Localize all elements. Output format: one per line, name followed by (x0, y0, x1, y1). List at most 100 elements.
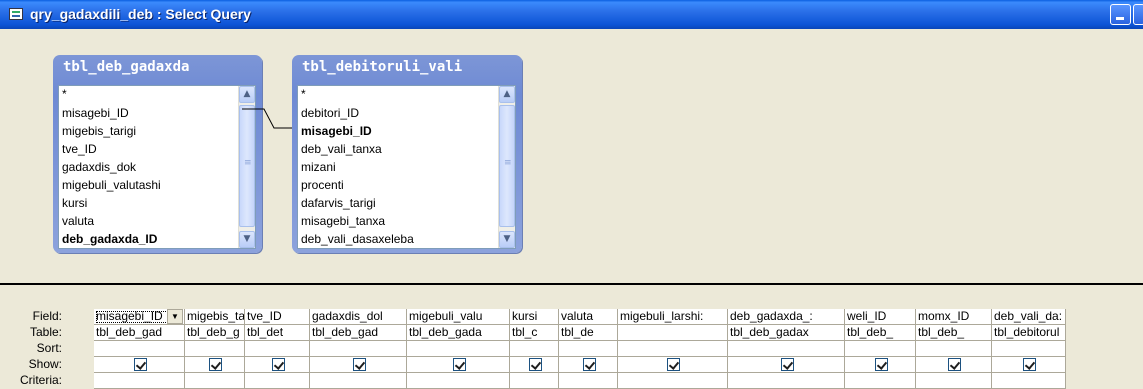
minimize-button[interactable] (1110, 4, 1131, 25)
criteria-cell[interactable] (407, 373, 509, 389)
grid-column[interactable]: migebis_ta tbl_deb_g (185, 309, 245, 389)
field-cell[interactable]: migebis_ta (185, 309, 244, 325)
field-item[interactable]: procenti (301, 178, 344, 192)
table-cell[interactable]: tbl_deb_gad (94, 325, 184, 341)
field-item[interactable]: dafarvis_tarigi (301, 196, 376, 210)
row-label-sort: Sort: (36, 341, 62, 355)
field-cell[interactable]: gadaxdis_dol (310, 309, 406, 325)
field-item[interactable]: * (301, 87, 306, 101)
criteria-cell[interactable] (310, 373, 406, 389)
table-window-debitoruli-vali[interactable]: tbl_debitoruli_vali * debitori_ID misage… (292, 55, 522, 253)
table-cell[interactable]: tbl_deb_gad (310, 325, 406, 341)
table-cell[interactable]: tbl_deb_ (916, 325, 991, 341)
grid-column[interactable]: deb_vali_da: tbl_debitorul (992, 309, 1066, 389)
show-checkbox[interactable] (582, 358, 596, 371)
show-checkbox[interactable] (452, 358, 466, 371)
field-item[interactable]: misagebi_tanxa (301, 214, 385, 228)
criteria-cell[interactable] (510, 373, 558, 389)
field-cell[interactable]: weli_ID (845, 309, 915, 325)
criteria-cell[interactable] (245, 373, 309, 389)
sort-cell[interactable] (94, 341, 184, 357)
row-label-table: Table: (29, 325, 62, 339)
scroll-up-icon[interactable]: ▲ (499, 86, 515, 103)
table-cell[interactable]: tbl_deb_gada (407, 325, 509, 341)
show-checkbox[interactable] (352, 358, 366, 371)
scroll-down-icon[interactable]: ▼ (499, 231, 515, 248)
show-checkbox[interactable] (209, 358, 222, 371)
field-cell[interactable]: tve_ID (245, 309, 309, 325)
grid-column[interactable]: kursi tbl_c (510, 309, 559, 389)
sort-cell[interactable] (407, 341, 509, 357)
grid-column[interactable]: migebuli_valu tbl_deb_gada (407, 309, 510, 389)
sort-cell[interactable] (245, 341, 309, 357)
sort-cell[interactable] (618, 341, 727, 357)
vertical-scrollbar[interactable]: ▲ ▼ (498, 86, 515, 248)
grid-column[interactable]: migebuli_larshi: (618, 309, 728, 389)
table-cell[interactable]: tbl_deb_gadax (728, 325, 844, 341)
sort-cell[interactable] (559, 341, 617, 357)
grid-column[interactable]: weli_ID tbl_deb_ (845, 309, 916, 389)
field-cell[interactable]: kursi (510, 309, 558, 325)
table-cell[interactable]: tbl_det (245, 325, 309, 341)
design-grid: misagebi_ID ▼ tbl_deb_gad migebis_ta tbl_deb… (94, 309, 1066, 389)
criteria-cell[interactable] (185, 373, 244, 389)
criteria-cell[interactable] (94, 373, 184, 389)
table-pane: tbl_deb_gadaxda * misagebi_ID migebis_ta… (0, 29, 1143, 282)
criteria-cell[interactable] (992, 373, 1065, 389)
show-checkbox[interactable] (667, 358, 680, 371)
join-line[interactable] (0, 29, 1143, 261)
show-cell (618, 357, 727, 373)
field-item[interactable]: debitori_ID (301, 106, 359, 120)
sort-cell[interactable] (916, 341, 991, 357)
show-cell (245, 357, 309, 373)
show-checkbox[interactable] (1023, 358, 1036, 371)
table-cell[interactable] (618, 325, 727, 341)
show-checkbox[interactable] (948, 358, 961, 371)
table-cell[interactable]: tbl_debitorul (992, 325, 1065, 341)
sort-cell[interactable] (845, 341, 915, 357)
field-item[interactable]: deb_vali_dasaxeleba (301, 232, 414, 246)
field-cell[interactable]: deb_vali_da: (992, 309, 1065, 325)
sort-cell[interactable] (728, 341, 844, 357)
grid-column[interactable]: gadaxdis_dol tbl_deb_gad (310, 309, 407, 389)
criteria-cell[interactable] (845, 373, 915, 389)
show-checkbox[interactable] (133, 358, 147, 371)
field-cell[interactable]: misagebi_ID ▼ (94, 309, 184, 325)
show-cell (728, 357, 844, 373)
field-item-joined[interactable]: misagebi_ID (301, 124, 372, 138)
sort-cell[interactable] (510, 341, 558, 357)
field-cell[interactable]: migebuli_valu (407, 309, 509, 325)
show-checkbox[interactable] (874, 358, 888, 371)
sort-cell[interactable] (310, 341, 406, 357)
row-label-field: Field: (32, 309, 62, 323)
grid-column[interactable]: deb_gadaxda_: tbl_deb_gadax (728, 309, 845, 389)
grid-column[interactable]: momx_ID tbl_deb_ (916, 309, 992, 389)
show-checkbox[interactable] (271, 358, 285, 371)
table-cell[interactable]: tbl_deb_g (185, 325, 244, 341)
sort-cell[interactable] (185, 341, 244, 357)
pane-splitter[interactable] (0, 261, 1143, 287)
grid-column[interactable]: misagebi_ID ▼ tbl_deb_gad (94, 309, 185, 389)
show-checkbox[interactable] (528, 358, 542, 371)
field-cell[interactable]: momx_ID (916, 309, 991, 325)
sort-cell[interactable] (992, 341, 1065, 357)
field-item[interactable]: mizani (301, 160, 336, 174)
criteria-cell[interactable] (618, 373, 727, 389)
field-cell[interactable]: valuta (559, 309, 617, 325)
maximize-button[interactable] (1133, 4, 1143, 25)
field-cell[interactable]: migebuli_larshi: (618, 309, 727, 325)
table-cell[interactable]: tbl_de (559, 325, 617, 341)
criteria-cell[interactable] (728, 373, 844, 389)
grid-column[interactable]: valuta tbl_de (559, 309, 618, 389)
table-cell[interactable]: tbl_deb_ (845, 325, 915, 341)
field-cell[interactable]: deb_gadaxda_: (728, 309, 844, 325)
field-item[interactable]: deb_vali_tanxa (301, 142, 382, 156)
query-icon (9, 8, 23, 20)
table-cell[interactable]: tbl_c (510, 325, 558, 341)
criteria-cell[interactable] (559, 373, 617, 389)
dropdown-arrow-icon[interactable]: ▼ (167, 309, 183, 324)
scroll-thumb[interactable] (499, 105, 515, 227)
criteria-cell[interactable] (916, 373, 991, 389)
grid-column[interactable]: tve_ID tbl_det (245, 309, 310, 389)
show-checkbox[interactable] (780, 358, 794, 371)
